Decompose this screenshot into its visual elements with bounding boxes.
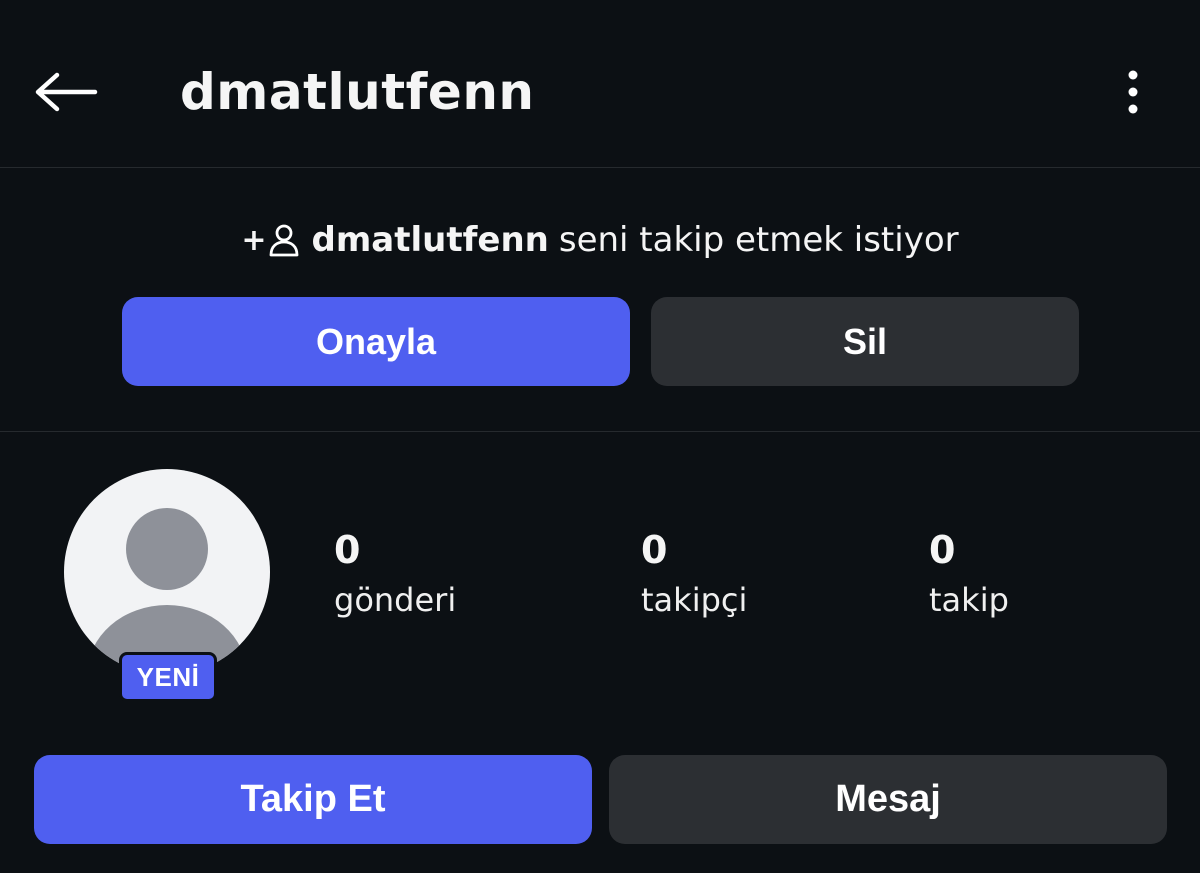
following-count: 0 — [929, 528, 956, 572]
more-options-button[interactable] — [1108, 64, 1158, 120]
posts-label: gönderi — [334, 581, 457, 619]
more-vertical-icon — [1128, 70, 1138, 114]
posts-count: 0 — [334, 528, 361, 572]
following-stat[interactable]: 0 takip — [929, 526, 1009, 626]
posts-stat[interactable]: 0 gönderi — [334, 526, 456, 626]
followers-label: takipçi — [641, 581, 748, 619]
avatar[interactable] — [64, 469, 270, 675]
new-badge: YENİ — [119, 652, 217, 702]
follow-button[interactable]: Takip Et — [34, 755, 592, 844]
request-message: seni takip etmek istiyor — [558, 220, 959, 260]
follow-request-text: + dmatlutfenn seni takip etmek istiyor — [0, 218, 1200, 262]
top-bar: dmatlutfenn — [0, 0, 1200, 168]
followers-stat[interactable]: 0 takipçi — [641, 526, 747, 626]
profile-page: dmatlutfenn + dmatlutfenn seni takip etm… — [0, 0, 1200, 873]
request-username[interactable]: dmatlutfenn — [312, 220, 549, 260]
following-label: takip — [929, 581, 1009, 619]
add-person-plus: + — [241, 222, 267, 258]
follow-request-panel: + dmatlutfenn seni takip etmek istiyor O… — [0, 168, 1200, 432]
delete-request-button[interactable]: Sil — [651, 297, 1079, 386]
add-person-icon: + — [241, 223, 299, 258]
page-title: dmatlutfenn — [180, 63, 535, 121]
followers-count: 0 — [641, 528, 668, 572]
arrow-left-icon — [35, 72, 98, 112]
back-button[interactable] — [30, 62, 102, 122]
approve-button[interactable]: Onayla — [122, 297, 630, 386]
default-avatar-icon — [87, 508, 247, 675]
message-button[interactable]: Mesaj — [609, 755, 1167, 844]
